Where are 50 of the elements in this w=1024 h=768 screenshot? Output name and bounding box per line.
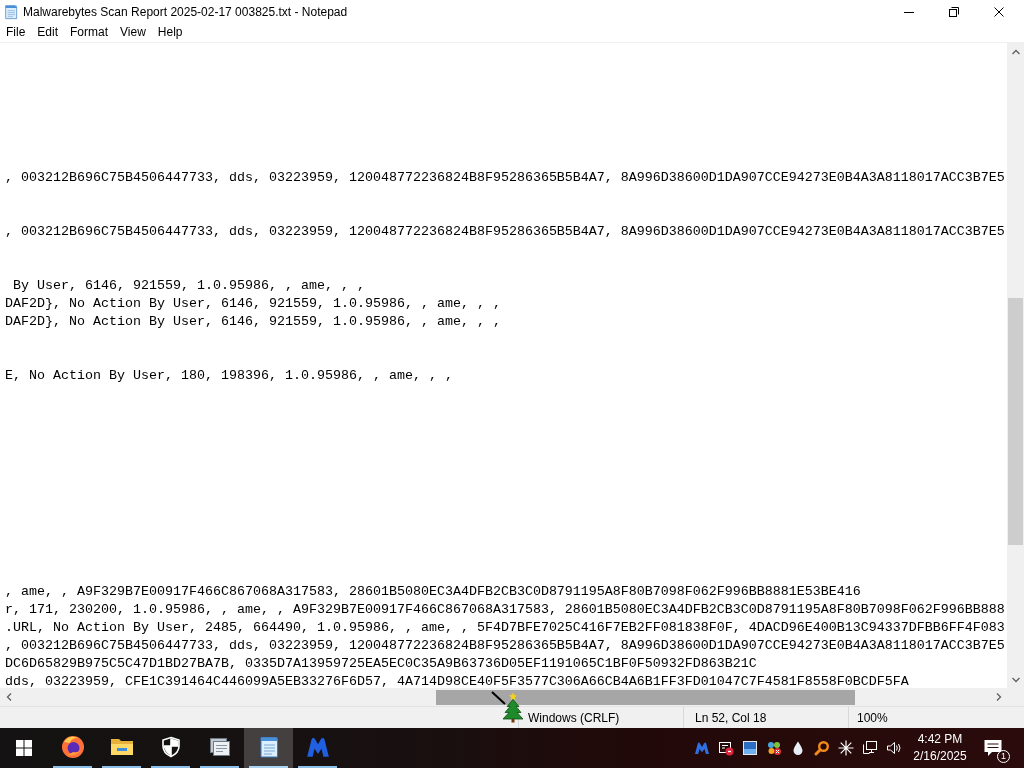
papers-icon [207, 735, 232, 759]
window-title: Malwarebytes Scan Report 2025-02-17 003825.txt - Notepad [23, 3, 348, 21]
text-line: , 003212B696C75B4506447733, dds, 03223959, 120048772236824B8F95286365B5B4A7, 8A996D38600D1DA907CCE94273E0B4A3A8118017ACC3B7E5 [5, 637, 1005, 655]
taskbar-button[interactable] [244, 728, 293, 768]
text-line: , 003212B696C75B4506447733, dds, 03223959, 120048772236824B8F95286365B5B4A7, 8A996D38600D1DA907CCE94273E0B4A3A8118017ACC3B7E5 [5, 223, 1005, 241]
text-line: DAF2D}, No Action By User, 6146, 921559, 1.0.95986, , ame, , , [5, 295, 501, 313]
menu-item[interactable]: Format [64, 23, 115, 42]
scrollbar-thumb[interactable] [436, 690, 855, 705]
folder-icon [109, 737, 134, 757]
chevron-left-icon[interactable] [4, 692, 13, 701]
start-icon [16, 740, 32, 756]
zoom-label: 100% [857, 709, 888, 727]
notification-count: 1 [997, 750, 1010, 763]
menu-item[interactable]: Edit [31, 23, 65, 42]
text-line: r, 171, 230200, 1.0.95986, , ame, , A9F329B7E00917F466C867068A317583, 28601B5080EC3A4DFB2CB3C0D8791195A8F80B7098F062F996BB888 [5, 601, 1005, 619]
text-line: .URL, No Action By User, 2485, 664490, 1.0.95986, , ame, , 5F4D7BFE7025C416F7EB2FF081838F0F, 4DACD96E400B13C94337DFBB6FF4F083 [5, 619, 1005, 637]
network-icon[interactable] [862, 740, 878, 756]
notepad-icon [3, 3, 19, 20]
tree-cursor-icon [491, 691, 525, 723]
restore-icon [948, 6, 959, 17]
menu-item[interactable]: File [0, 23, 32, 42]
text-line: By User, 6146, 921559, 1.0.95986, , ame, , , [12, 277, 365, 295]
chevron-down-icon[interactable] [1011, 675, 1020, 684]
screen-alert-icon[interactable] [718, 740, 734, 756]
scrollbar-thumb[interactable] [1008, 298, 1023, 545]
clock-time: 4:42 PM [917, 731, 963, 748]
window-icon[interactable] [742, 740, 758, 756]
asterisk-icon[interactable] [838, 740, 854, 756]
menu-item[interactable]: Help [151, 23, 189, 42]
magnifier-icon[interactable] [814, 740, 830, 756]
text-line: DAF2D}, No Action By User, 6146, 921559, 1.0.95986, , ame, , , [5, 313, 501, 331]
chevron-right-icon[interactable] [994, 692, 1003, 701]
notification-button[interactable]: 1 [974, 728, 1012, 768]
cluster-icon[interactable] [766, 740, 782, 756]
m-logo-icon[interactable] [694, 740, 710, 756]
globe-icon [60, 735, 85, 759]
menu-item[interactable]: View [114, 23, 152, 42]
text-line: DC6D65829B975C5C47D1BD27BA7B, 0335D7A13959725EA5EC0C35A9B63736D05EF1191065C1BF0F50932FD863B21C [5, 655, 757, 673]
clock-date: 2/16/2025 [913, 748, 967, 765]
close-icon [993, 6, 1004, 17]
text-line: E, No Action By User, 180, 198396, 1.0.95986, , ame, , , [5, 367, 453, 385]
notification-icon [983, 738, 1003, 758]
chevron-up-icon[interactable] [1011, 47, 1020, 56]
shield-icon [160, 736, 181, 758]
line-ending-label: Windows (CRLF) [528, 709, 620, 727]
text-line: , 003212B696C75B4506447733, dds, 03223959, 120048772236824B8F95286365B5B4A7, 8A996D38600D1DA907CCE94273E0B4A3A8118017ACC3B7E5 [5, 169, 1005, 187]
text-line: , ame, , A9F329B7E00917F466C867068A317583, 28601B5080EC3A4DFB2CB3C0D8791195A8F80B7098F062F996BB8881E53BE416 [5, 583, 861, 601]
text-line: dds, 03223959, CFE1C391464C446099A5EB33276F6D57, 4A714D98CE40F5F3577C306A66CB4A6B1FF3FD01047C7F4581F8558F0BCDF5FA [5, 673, 909, 688]
cursor-position-label: Ln 52, Col 18 [695, 709, 767, 727]
speaker-icon[interactable] [886, 740, 902, 756]
